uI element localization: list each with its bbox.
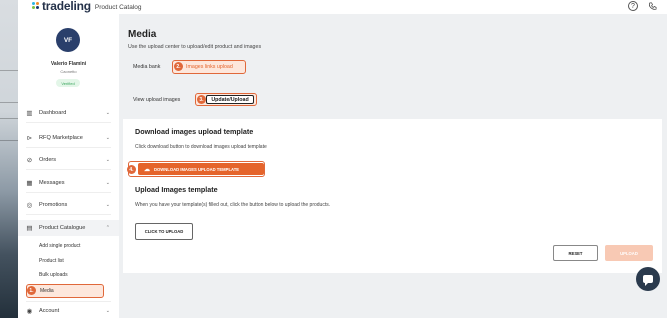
logo-mark-icon (32, 2, 40, 10)
sidebar-item-product-catalogue[interactable]: ▤ Product Catalogue ⌃ (18, 220, 119, 236)
subitem-media-label: Media (40, 288, 54, 294)
click-to-upload-button[interactable]: CLICK TO UPLOAD (135, 223, 193, 240)
help-circle-icon[interactable]: ? (628, 1, 638, 11)
sidebar-item-label: Messages (39, 180, 65, 186)
logo-subtitle: Product Catalog (94, 3, 142, 11)
download-template-title: Download images upload template (135, 127, 254, 136)
verified-badge: Verified (56, 79, 80, 87)
orders-icon: ⊘ (26, 157, 33, 164)
sidebar-item-messages[interactable]: ▦ Messages ⌄ (18, 175, 119, 191)
chat-button[interactable] (636, 267, 660, 291)
download-template-button[interactable]: ☁ DOWNLOAD IMAGES UPLOAD TEMPLATE (138, 163, 264, 175)
chevron-down-icon: ⌄ (105, 202, 110, 208)
step-badge-2: 2. (174, 62, 183, 71)
upload-card: Download images upload template Click do… (123, 119, 662, 273)
phone-icon[interactable] (647, 1, 657, 11)
cloud-download-icon: ☁ (144, 166, 150, 173)
chat-icon (643, 275, 653, 286)
sidebar-item-account[interactable]: ◉ Account ⌄ (18, 303, 119, 318)
reset-button[interactable]: RESET (553, 245, 598, 261)
subitem-bulk-uploads[interactable]: Bulk uploads (39, 272, 68, 278)
step-badge-4: 4. (127, 165, 136, 174)
sidebar-item-label: Orders (39, 157, 57, 163)
upload-template-text: When you have your template(s) filled ou… (135, 202, 331, 208)
tab-label: Update/Upload (206, 95, 254, 104)
sidebar-item-orders[interactable]: ⊘ Orders ⌄ (18, 152, 119, 168)
subitem-add-single-product[interactable]: Add single product (39, 243, 80, 249)
sidebar-item-label: Dashboard (39, 110, 67, 116)
chevron-down-icon: ⌄ (105, 308, 110, 314)
background-photo (0, 0, 18, 318)
page-description: Use the upload center to upload/edit pro… (128, 44, 262, 50)
sidebar-item-promotions[interactable]: ◎ Promotions ⌄ (18, 197, 119, 213)
chevron-down-icon: ⌄ (105, 135, 110, 141)
subitem-product-list[interactable]: Product list (39, 258, 64, 264)
download-button-label: DOWNLOAD IMAGES UPLOAD TEMPLATE (154, 166, 240, 172)
chevron-down-icon: ⌄ (105, 157, 110, 163)
tab-view-upload-images[interactable]: View upload images (133, 97, 180, 103)
sidebar-item-label: Account (39, 308, 60, 314)
catalogue-icon: ▤ (26, 225, 33, 232)
promotions-icon: ◎ (26, 202, 33, 209)
sidebar-item-label: Product Catalogue (39, 225, 86, 231)
sidebar: VF Valerio Flamini Caonetto Verified ▥ D… (18, 14, 119, 318)
tab-label: Images links upload (186, 64, 233, 70)
sidebar-item-rfq-marketplace[interactable]: ⊳ RFQ Marketplace ⌄ (18, 130, 119, 146)
step-badge-1: 1. (27, 286, 36, 295)
main-content: Media Use the upload center to upload/ed… (119, 14, 667, 318)
subitem-media[interactable]: Media (26, 284, 104, 298)
user-company: Caonetto (60, 69, 77, 74)
sidebar-item-label: Promotions (39, 202, 68, 208)
messages-icon: ▦ (26, 180, 33, 187)
upload-template-title: Upload Images template (135, 185, 218, 194)
rfq-icon: ⊳ (26, 135, 33, 142)
dashboard-icon: ▥ (26, 110, 33, 117)
sidebar-item-dashboard[interactable]: ▥ Dashboard ⌄ (18, 105, 119, 121)
tab-media-bank[interactable]: Media bank (133, 64, 160, 70)
sidebar-item-label: RFQ Marketplace (39, 135, 83, 141)
download-highlight: ☁ DOWNLOAD IMAGES UPLOAD TEMPLATE (128, 161, 265, 177)
step-badge-3: 3. (197, 95, 206, 104)
account-icon: ◉ (26, 308, 33, 315)
top-bar: tradeling Product Catalog ? (18, 0, 667, 14)
tab-images-links-upload[interactable]: Images links upload (172, 60, 246, 74)
page-title: Media (128, 29, 157, 40)
logo-text: tradeling (42, 0, 91, 13)
user-name: Valerio Flamini (50, 61, 87, 67)
upload-button[interactable]: UPLOAD (605, 245, 653, 261)
chevron-up-icon: ⌃ (105, 225, 110, 231)
download-template-text: Click download button to download images… (135, 144, 267, 150)
chevron-down-icon: ⌄ (105, 110, 110, 116)
tradeling-logo[interactable]: tradeling Product Catalog (32, 0, 142, 13)
avatar[interactable]: VF (56, 28, 80, 52)
chevron-down-icon: ⌄ (105, 180, 110, 186)
